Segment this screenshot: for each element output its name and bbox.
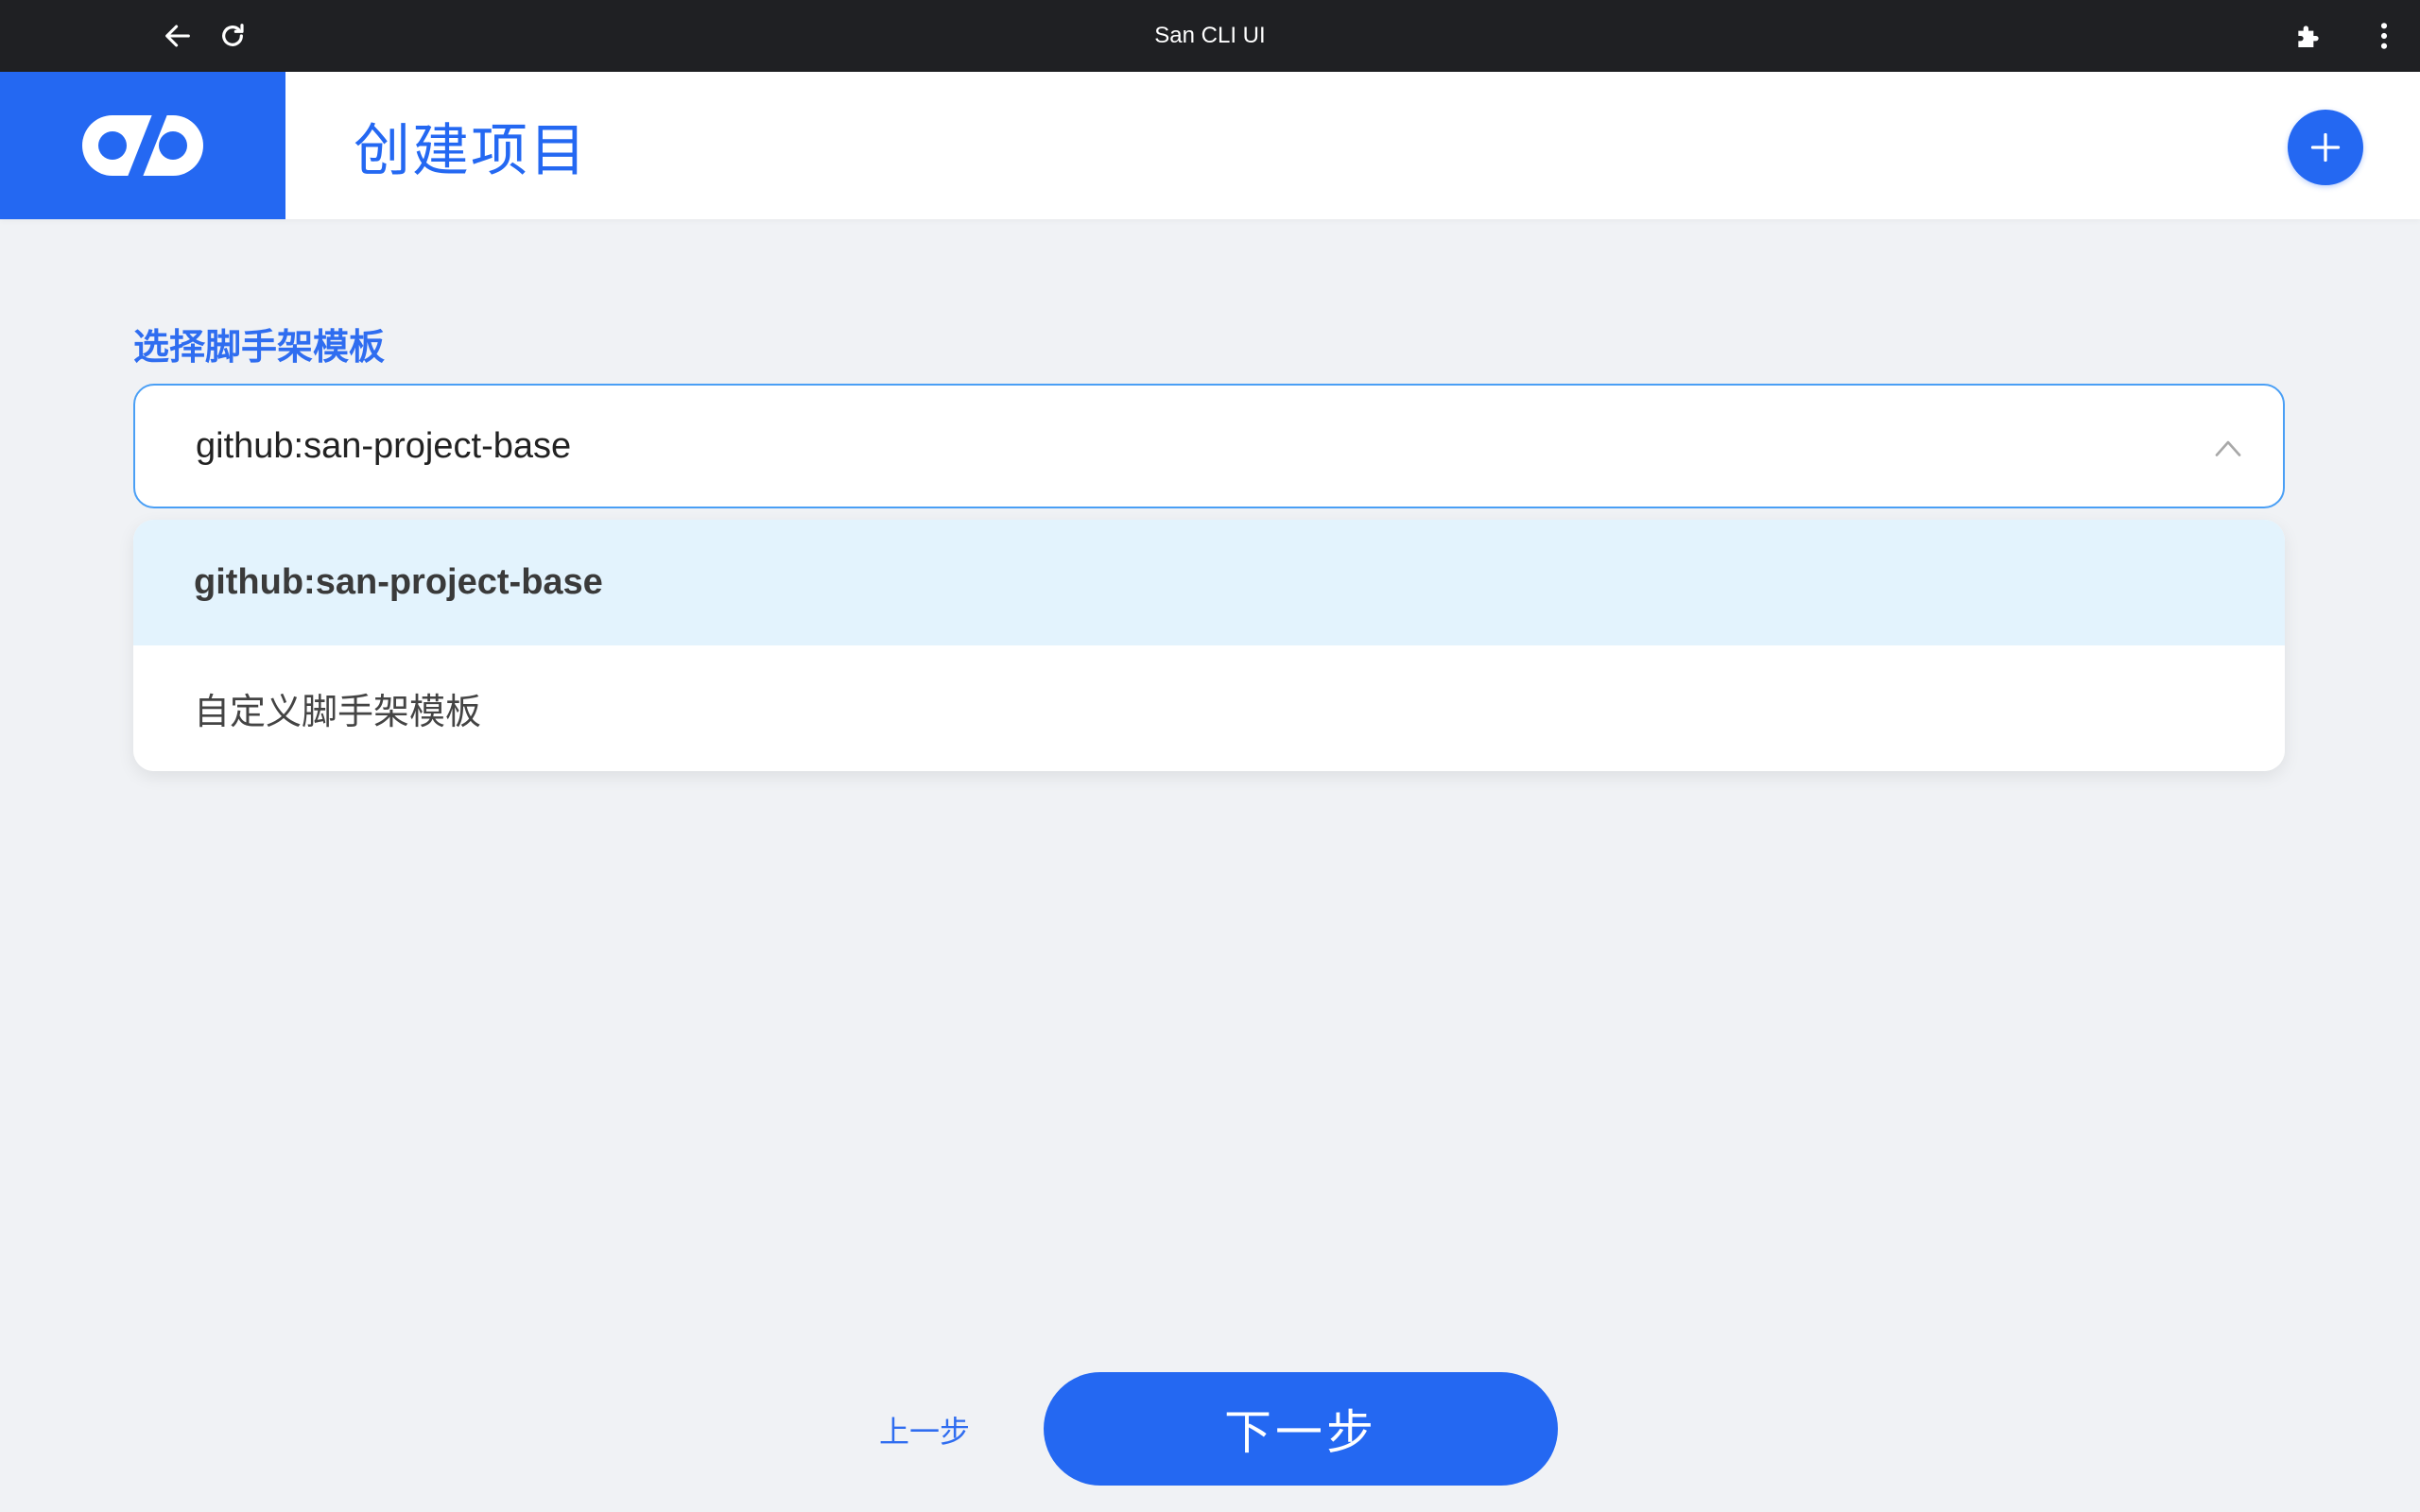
browser-toolbar: San CLI UI [0, 0, 2420, 72]
san-logo-icon[interactable] [0, 72, 285, 219]
more-vertical-icon[interactable] [2361, 13, 2407, 59]
template-dropdown-menu: github:san-project-base 自定义脚手架模板 [133, 520, 2285, 771]
chevron-up-icon [2215, 440, 2241, 456]
plus-icon [2310, 132, 2341, 163]
add-button[interactable] [2288, 110, 2363, 185]
page-title: 创建项目 [354, 118, 588, 182]
window-title: San CLI UI [1154, 23, 1266, 48]
extensions-puzzle-icon[interactable] [2286, 13, 2331, 59]
next-step-button[interactable]: 下一步 [1044, 1372, 1558, 1486]
dropdown-option-san-project-base[interactable]: github:san-project-base [133, 520, 2285, 645]
template-select[interactable]: github:san-project-base [133, 384, 2285, 508]
app-header: 创建项目 [0, 72, 2420, 219]
template-select-value: github:san-project-base [196, 425, 572, 466]
dropdown-option-custom-template[interactable]: 自定义脚手架模板 [133, 645, 2285, 771]
template-field-label: 选择脚手架模板 [133, 328, 386, 368]
prev-step-button[interactable]: 上一步 [851, 1399, 998, 1461]
